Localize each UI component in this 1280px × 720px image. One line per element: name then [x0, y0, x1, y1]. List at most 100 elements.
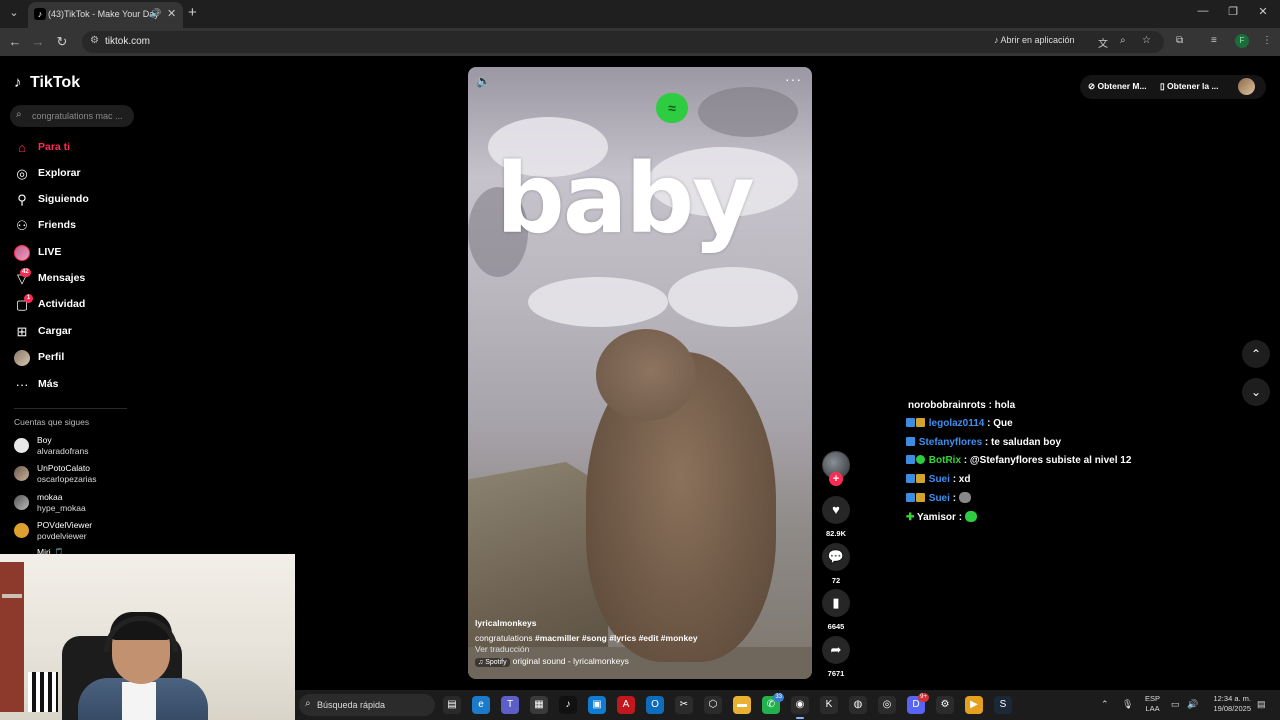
followed-account[interactable]: mokaa hype_mokaa — [14, 491, 134, 515]
microphone-icon[interactable]: 🎙 — [1122, 699, 1133, 710]
chat-text: : @Stefanyflores subiste al nivel 12 — [963, 455, 1132, 466]
app-icon[interactable]: ▣ — [588, 696, 606, 714]
kick-icon[interactable]: K — [820, 696, 838, 714]
tab-close-icon[interactable]: ✕ — [167, 7, 176, 20]
browser-menu-icon[interactable]: ⋮ — [1262, 35, 1272, 46]
translate-icon[interactable]: 文 — [1098, 35, 1108, 50]
nav-item-mas[interactable]: ··· Más — [14, 375, 134, 395]
chat-message: Suei : — [906, 492, 971, 508]
comment-button[interactable]: 💬 — [822, 543, 850, 571]
new-tab-icon[interactable]: + — [188, 4, 197, 21]
media-controls-icon[interactable]: ≡ — [1211, 35, 1217, 46]
pdf-reader-icon[interactable]: A — [617, 696, 635, 714]
back-icon[interactable]: ← — [6, 34, 24, 49]
snipping-tool-icon[interactable]: ✂ — [675, 696, 693, 714]
zoom-icon[interactable]: ⌕ — [1120, 35, 1126, 46]
steam-icon[interactable]: S — [994, 696, 1012, 714]
nav-item-para-ti[interactable]: ⌂ Para ti — [14, 138, 134, 158]
video-author[interactable]: lyricalmonkeys — [475, 618, 536, 628]
file-explorer-icon[interactable]: ▬ — [733, 696, 751, 714]
open-in-app-button[interactable]: ♪ Abrir en aplicación — [994, 35, 1075, 49]
volume-tray-icon[interactable]: 🔊 — [1187, 699, 1198, 710]
tiktok-logo[interactable]: ♪ TikTok — [14, 74, 80, 92]
music-link[interactable]: ♫ Spotify original sound - lyricalmonkeys — [475, 656, 629, 667]
profile-avatar — [14, 350, 30, 366]
hashtag-link[interactable]: #edit — [639, 633, 659, 643]
task-view-icon[interactable]: ▤ — [443, 696, 461, 714]
window-close-icon[interactable]: ✕ — [1248, 5, 1278, 18]
crown-badge-icon — [916, 493, 925, 502]
settings-icon[interactable]: ⚙ — [936, 696, 954, 714]
nav-item-mensajes[interactable]: ▽ 42 Mensajes — [14, 268, 134, 289]
profile-avatar[interactable]: F — [1235, 34, 1249, 48]
nav-item-live[interactable]: LIVE — [14, 243, 134, 263]
whatsapp-icon[interactable]: ✆ 33 — [762, 693, 784, 714]
forward-icon[interactable]: → — [29, 34, 47, 49]
teams-icon[interactable]: T — [501, 696, 519, 714]
outlook-icon[interactable]: O — [646, 696, 664, 714]
followed-account[interactable]: UnPotoCalato oscarlopezarias — [14, 462, 134, 486]
reload-icon[interactable]: ↻ — [53, 34, 71, 50]
search-input[interactable] — [32, 109, 128, 123]
nav-item-perfil[interactable]: Perfil — [14, 348, 134, 368]
chrome-icon[interactable]: ◉ — [791, 696, 809, 719]
language-indicator[interactable]: ESP LAA — [1145, 694, 1160, 714]
nav-item-cargar[interactable]: ⊞ Cargar — [14, 322, 134, 342]
hashtag-link[interactable]: #song — [582, 633, 607, 643]
nav-item-friends[interactable]: ⚇ Friends — [14, 216, 134, 236]
like-button[interactable]: ♥ — [822, 496, 850, 524]
obs-icon[interactable]: ◎ — [878, 696, 896, 714]
tiktok-app-icon[interactable]: ♪ — [559, 696, 577, 714]
tab-audio-icon[interactable]: 🔊 — [150, 8, 161, 19]
app-icon[interactable]: ⬡ — [704, 696, 722, 714]
taskbar-clock[interactable]: 12:34 a. m. 19/08/2025 — [1205, 694, 1251, 714]
extensions-icon[interactable]: ⧉ — [1176, 35, 1183, 46]
nav-item-actividad[interactable]: ▢ 1 Actividad — [14, 294, 134, 315]
network-icon[interactable]: ▭ — [1171, 699, 1180, 710]
see-translation-link[interactable]: Ver traducción — [475, 644, 529, 654]
video-player[interactable]: 🔈 ··· ≈ baby lyricalmonkeys congratulati… — [468, 67, 812, 679]
get-app-label: Obtener la ... — [1167, 81, 1219, 91]
hashtag-link[interactable]: #monkey — [661, 633, 698, 643]
browser-tab[interactable]: ♪ (43)TikTok - Make Your Day 🔊 ✕ — [28, 2, 183, 28]
get-app-button[interactable]: ▯ Obtener la ... — [1160, 81, 1219, 92]
app-icon[interactable]: ▶ — [965, 696, 983, 714]
hashtag-link[interactable]: #lyrics — [609, 633, 636, 643]
keyboard-layout: LAA — [1145, 704, 1160, 713]
omnibox[interactable]: ⚙ tiktok.com ♪ Abrir en aplicación 文 ⌕ ☆ — [82, 31, 1164, 53]
next-video-button[interactable]: ⌄ — [1242, 378, 1270, 406]
previous-video-button[interactable]: ⌃ — [1242, 340, 1270, 368]
followed-account[interactable]: POVdelViewer povdelviewer — [14, 519, 134, 543]
store-icon[interactable]: ▦ — [530, 696, 548, 714]
minimize-icon[interactable]: — — [1188, 5, 1218, 17]
followed-account[interactable]: Boy alvaradofrans — [14, 434, 134, 458]
account-username: alvaradofrans — [37, 446, 89, 456]
search-box[interactable]: ⌕ — [10, 105, 134, 127]
taskbar-search[interactable]: ⌕ Búsqueda rápida — [299, 694, 435, 716]
get-mac-app-button[interactable]: ⊘ Obtener M... — [1088, 81, 1147, 92]
bookmark-star-icon[interactable]: ☆ — [1142, 35, 1151, 46]
more-options-icon[interactable]: ··· — [785, 71, 802, 87]
follow-plus-icon[interactable]: + — [829, 472, 843, 486]
spotify-chip: ♫ Spotify — [475, 658, 510, 667]
notifications-icon[interactable]: ▤ — [1257, 699, 1266, 710]
hashtag-link[interactable]: #macmiller — [535, 633, 579, 643]
discord-icon[interactable]: D 9+ — [907, 693, 929, 714]
share-button[interactable]: ➦ — [822, 636, 850, 664]
restore-icon[interactable]: ❐ — [1218, 5, 1248, 18]
save-button[interactable]: ▮ — [822, 589, 850, 617]
volume-icon[interactable]: 🔈 — [476, 74, 491, 88]
nav-item-siguiendo[interactable]: ⚲ Siguiendo — [14, 190, 134, 210]
comment-count: 72 — [831, 576, 841, 585]
tray-overflow-icon[interactable]: ⌃ — [1101, 699, 1109, 710]
account-name: Boy — [37, 435, 52, 445]
app-icon[interactable]: ◍ — [849, 696, 867, 714]
site-info-icon[interactable]: ⚙ — [90, 35, 99, 46]
browser-tab-bar: ⌄ ♪ (43)TikTok - Make Your Day 🔊 ✕ + — ❐… — [0, 0, 1280, 28]
user-avatar[interactable] — [1238, 78, 1255, 95]
edge-icon[interactable]: e — [472, 696, 490, 714]
tab-search-chevron-icon[interactable]: ⌄ — [6, 5, 22, 21]
url-text[interactable]: tiktok.com — [105, 36, 150, 47]
windows-taskbar: ⌕ Búsqueda rápida ▤ e T ▦ ♪ ▣ A O ✂ ⬡ ▬ … — [295, 690, 1280, 720]
nav-item-explorar[interactable]: ◎ Explorar — [14, 164, 134, 184]
